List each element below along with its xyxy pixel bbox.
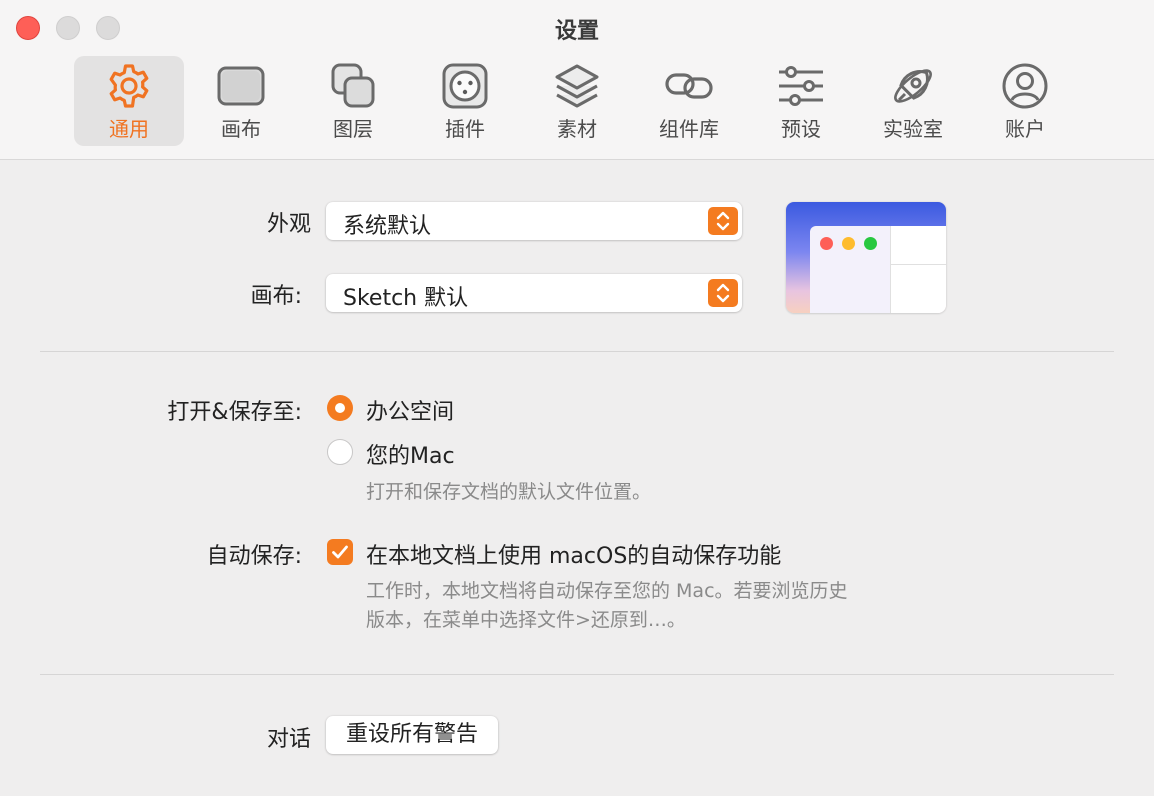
radio-your-mac[interactable] bbox=[327, 439, 353, 465]
tab-label: 账户 bbox=[1005, 117, 1045, 141]
tab-label: 画布 bbox=[221, 117, 261, 141]
layers-square-icon bbox=[331, 63, 375, 108]
tab-assets[interactable]: 素材 bbox=[522, 56, 632, 146]
preview-minimize-dot bbox=[842, 237, 855, 250]
tab-layers[interactable]: 图层 bbox=[298, 56, 408, 146]
canvas-value: Sketch 默认 bbox=[343, 286, 469, 311]
tab-label: 图层 bbox=[333, 117, 373, 141]
preview-zoom-dot bbox=[864, 237, 877, 250]
section-divider bbox=[40, 674, 1114, 675]
tab-plugins[interactable]: 插件 bbox=[410, 56, 520, 146]
tab-general[interactable]: 通用 bbox=[74, 56, 184, 146]
tab-label: 素材 bbox=[557, 117, 597, 141]
reset-warnings-button[interactable]: 重设所有警告 bbox=[326, 716, 499, 754]
radio-your-mac-label[interactable]: 您的Mac bbox=[366, 438, 455, 470]
section-divider bbox=[40, 351, 1114, 352]
window-title: 设置 bbox=[554, 19, 599, 44]
tab-canvas[interactable]: 画布 bbox=[186, 56, 296, 146]
preview-divider bbox=[890, 264, 946, 265]
autosave-label: 自动保存: bbox=[206, 544, 302, 569]
gear-icon bbox=[109, 64, 149, 108]
checkmark-icon bbox=[332, 545, 348, 559]
open-save-hint: 打开和保存文档的默认文件位置。 bbox=[366, 481, 652, 503]
radio-workspace-label[interactable]: 办公空间 bbox=[366, 394, 454, 426]
user-icon bbox=[1002, 63, 1048, 109]
canvas-popup[interactable]: Sketch 默认 bbox=[326, 274, 742, 312]
tab-presets[interactable]: 预设 bbox=[746, 56, 856, 146]
preview-sidebar bbox=[890, 226, 946, 313]
autosave-checkbox[interactable] bbox=[327, 539, 353, 565]
canvas-label: 画布: bbox=[250, 284, 302, 309]
tab-label: 预设 bbox=[781, 117, 821, 141]
link-icon bbox=[665, 73, 713, 99]
plug-icon bbox=[442, 63, 488, 109]
tab-account[interactable]: 账户 bbox=[970, 56, 1080, 146]
open-save-label: 打开&保存至: bbox=[167, 400, 302, 425]
tab-label: 实验室 bbox=[883, 117, 943, 141]
tab-label: 通用 bbox=[109, 117, 149, 141]
preferences-window: 设置 通用 画布 图层 插件 素材 组件库 预设 实验室 账户 外观 系统默认 … bbox=[0, 0, 1154, 796]
radio-workspace[interactable] bbox=[327, 395, 353, 421]
dialog-label: 对话 bbox=[266, 727, 311, 752]
tab-label: 插件 bbox=[445, 117, 485, 141]
tab-libraries[interactable]: 组件库 bbox=[634, 56, 744, 146]
tab-label: 组件库 bbox=[659, 117, 719, 141]
autosave-checkbox-label[interactable]: 在本地文档上使用 macOS的自动保存功能 bbox=[366, 538, 781, 570]
popup-stepper bbox=[708, 207, 738, 235]
appearance-popup[interactable]: 系统默认 bbox=[326, 202, 742, 240]
rocket-icon bbox=[894, 69, 932, 103]
appearance-preview bbox=[786, 202, 946, 313]
autosave-hint-line1: 工作时，本地文档将自动保存至您的 Mac。若要浏览历史 bbox=[366, 580, 848, 602]
chevron-updown-icon bbox=[716, 283, 730, 303]
stack-icon bbox=[555, 64, 599, 108]
sliders-icon bbox=[779, 66, 823, 106]
appearance-label: 外观 bbox=[266, 212, 311, 237]
canvas-icon bbox=[217, 66, 265, 106]
preview-close-dot bbox=[820, 237, 833, 250]
popup-stepper bbox=[708, 279, 738, 307]
chevron-updown-icon bbox=[716, 211, 730, 231]
autosave-hint-line2: 版本，在菜单中选择文件>还原到…。 bbox=[366, 609, 686, 631]
toolbar: 设置 通用 画布 图层 插件 素材 组件库 预设 实验室 账户 bbox=[0, 0, 1154, 160]
tab-labs[interactable]: 实验室 bbox=[858, 56, 968, 146]
appearance-value: 系统默认 bbox=[343, 214, 432, 239]
